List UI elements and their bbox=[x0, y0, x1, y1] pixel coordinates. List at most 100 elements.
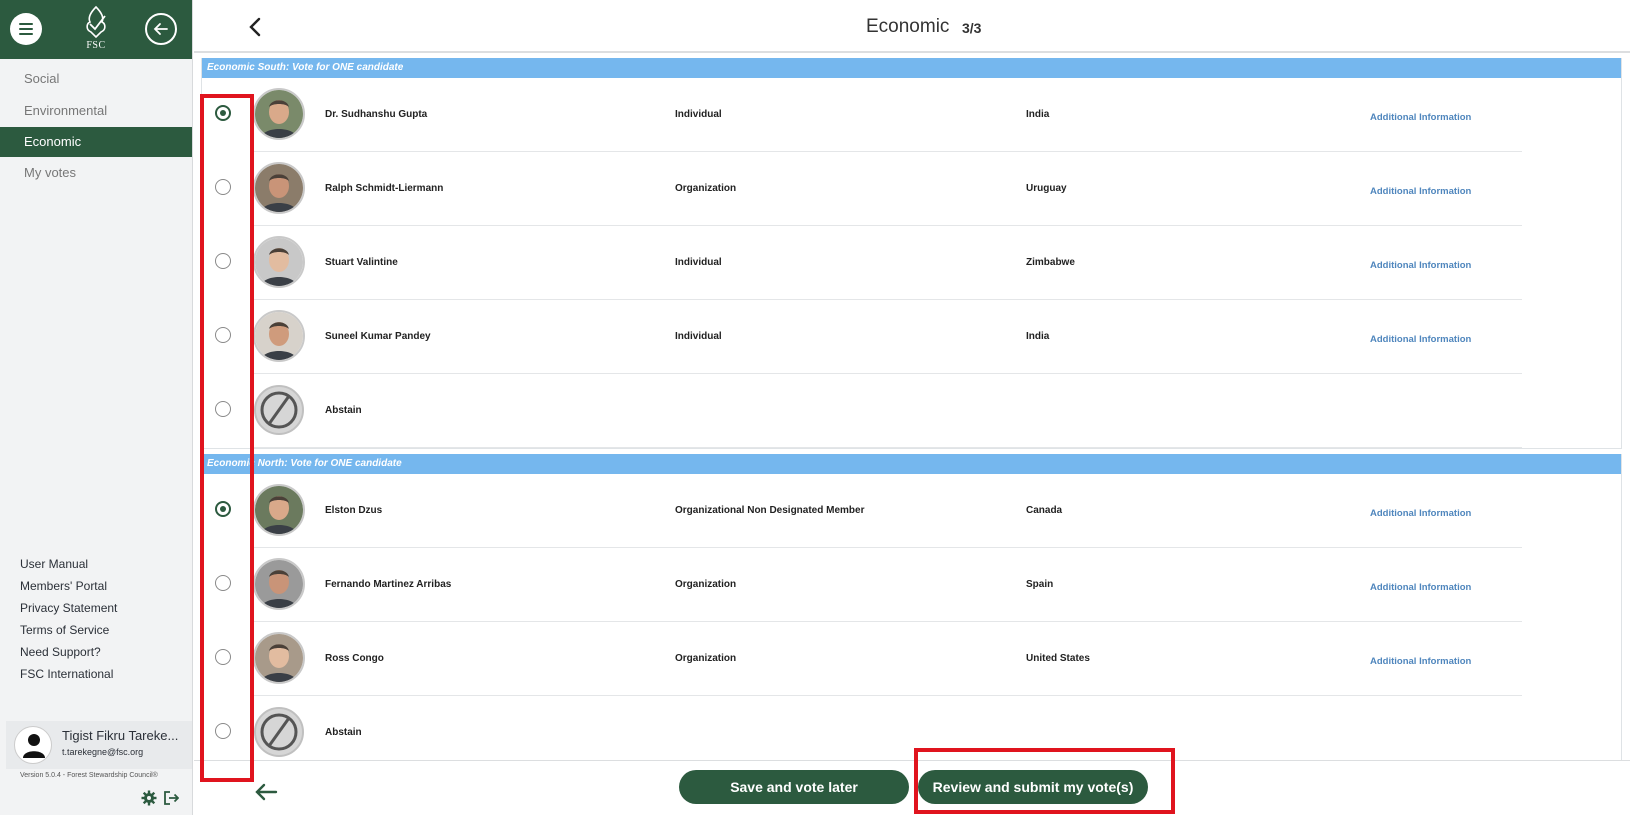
user-email: t.tarekegne@fsc.org bbox=[62, 747, 144, 757]
menu-icon[interactable] bbox=[10, 13, 42, 45]
candidate-photo-image bbox=[255, 634, 303, 682]
candidate-country: India bbox=[1026, 331, 1050, 342]
additional-information-link[interactable]: Additional Information bbox=[1370, 112, 1471, 123]
candidate-radio[interactable] bbox=[215, 327, 231, 343]
review-and-submit-button[interactable]: Review and submit my vote(s) bbox=[918, 770, 1148, 804]
candidate-country: India bbox=[1026, 109, 1050, 120]
candidate-type: Organization bbox=[675, 183, 737, 194]
logout-icon[interactable] bbox=[163, 790, 179, 806]
chevron-left-icon[interactable] bbox=[246, 16, 266, 38]
candidate-photo bbox=[253, 88, 305, 140]
candidate-radio[interactable] bbox=[215, 401, 231, 417]
tree-checkmark-icon bbox=[86, 5, 106, 39]
members-portal-link[interactable]: Members' Portal bbox=[20, 579, 107, 593]
terms-of-service-link[interactable]: Terms of Service bbox=[20, 623, 109, 637]
candidate-country: Zimbabwe bbox=[1026, 257, 1075, 268]
sidebar-item-economic[interactable]: Economic bbox=[0, 127, 192, 157]
section-header: Economic North: Vote for ONE candidate bbox=[202, 454, 1621, 474]
arrow-left-icon bbox=[153, 23, 168, 35]
fsc-logo-text: FSC bbox=[86, 40, 106, 51]
additional-information-link[interactable]: Additional Information bbox=[1370, 334, 1471, 345]
candidate-type: Organization bbox=[675, 653, 737, 664]
candidate-row[interactable]: Dr. Sudhanshu Gupta Individual India Additi… bbox=[202, 78, 1621, 152]
candidate-photo bbox=[253, 558, 305, 610]
candidate-photo-image bbox=[255, 238, 303, 286]
candidate-country: Spain bbox=[1026, 579, 1054, 590]
arrow-left-icon[interactable] bbox=[254, 783, 278, 801]
candidate-type: Individual bbox=[675, 331, 722, 342]
user-name: Tigist Fikru Tareke... bbox=[62, 728, 179, 743]
candidate-row[interactable]: Abstain bbox=[202, 696, 1621, 761]
candidate-name: Suneel Kumar Pandey bbox=[325, 331, 431, 342]
candidate-type: Individual bbox=[675, 109, 722, 120]
candidate-country: Uruguay bbox=[1026, 183, 1067, 194]
candidate-row[interactable]: Suneel Kumar Pandey Individual India Additi… bbox=[202, 300, 1621, 374]
additional-information-link[interactable]: Additional Information bbox=[1370, 186, 1471, 197]
fsc-logo: FSC bbox=[78, 4, 114, 54]
candidate-photo-image bbox=[255, 312, 303, 360]
candidate-photo-image bbox=[255, 90, 303, 138]
additional-information-link[interactable]: Additional Information bbox=[1370, 656, 1471, 667]
candidate-name: Ralph Schmidt-Liermann bbox=[325, 183, 444, 194]
page-indicator: 3/3 bbox=[962, 20, 982, 36]
candidate-name: Stuart Valintine bbox=[325, 257, 398, 268]
action-bar: Save and vote later Review and submit my… bbox=[194, 760, 1630, 815]
fsc-international-link[interactable]: FSC International bbox=[20, 667, 113, 681]
additional-information-link[interactable]: Additional Information bbox=[1370, 582, 1471, 593]
user-icon bbox=[23, 734, 45, 758]
section-header: Economic South: Vote for ONE candidate bbox=[202, 58, 1621, 78]
additional-information-link[interactable]: Additional Information bbox=[1370, 508, 1471, 519]
user-manual-link[interactable]: User Manual bbox=[20, 557, 88, 571]
row-divider bbox=[254, 447, 1522, 448]
abstain-icon bbox=[254, 707, 304, 757]
privacy-statement-link[interactable]: Privacy Statement bbox=[20, 601, 117, 615]
ballot-content: Economic South: Vote for ONE candidate Dr… bbox=[194, 55, 1630, 761]
candidate-radio[interactable] bbox=[215, 575, 231, 591]
abstain-image bbox=[253, 384, 305, 436]
version-text: Version 5.0.4 - Forest Stewardship Counc… bbox=[20, 772, 158, 779]
collapse-sidebar-button[interactable] bbox=[145, 13, 177, 45]
candidate-row[interactable]: Ralph Schmidt-Liermann Organization Urugua… bbox=[202, 152, 1621, 226]
candidate-name: Dr. Sudhanshu Gupta bbox=[325, 109, 428, 120]
voting-app: FSC Social Environmental Economic My votes … bbox=[0, 0, 1630, 815]
candidate-radio[interactable] bbox=[215, 105, 231, 121]
sidebar-item-my-votes[interactable]: My votes bbox=[0, 158, 192, 188]
candidate-radio[interactable] bbox=[215, 253, 231, 269]
candidate-row[interactable]: Ross Congo Organization United States Addit… bbox=[202, 622, 1621, 696]
sidebar: FSC Social Environmental Economic My votes … bbox=[0, 0, 193, 815]
additional-information-link[interactable]: Additional Information bbox=[1370, 260, 1471, 271]
user-profile[interactable]: Tigist Fikru Tareke... t.tarekegne@fsc.o… bbox=[6, 721, 192, 769]
sidebar-item-environmental[interactable]: Environmental bbox=[0, 96, 192, 126]
abstain-image bbox=[253, 706, 305, 758]
need-support-link[interactable]: Need Support? bbox=[20, 645, 101, 659]
abstain-icon bbox=[254, 385, 304, 435]
candidate-photo-image bbox=[255, 560, 303, 608]
sidebar-item-social[interactable]: Social bbox=[0, 64, 192, 94]
candidate-name: Elston Dzus bbox=[325, 505, 383, 516]
candidate-type: Organization bbox=[675, 579, 737, 590]
save-and-vote-later-button[interactable]: Save and vote later bbox=[679, 770, 909, 804]
page-title: Economic bbox=[866, 16, 950, 37]
candidate-photo bbox=[253, 484, 305, 536]
candidate-radio[interactable] bbox=[215, 723, 231, 739]
candidate-row[interactable]: Elston Dzus Organizational Non Designated… bbox=[202, 474, 1621, 548]
candidate-name: Fernando Martinez Arribas bbox=[325, 579, 452, 590]
candidate-name: Ross Congo bbox=[325, 653, 384, 664]
candidate-name: Abstain bbox=[325, 727, 362, 738]
candidate-row[interactable]: Fernando Martinez Arribas Organization Spa… bbox=[202, 548, 1621, 622]
ballot-section: Economic South: Vote for ONE candidate Dr… bbox=[201, 58, 1622, 449]
gear-icon[interactable] bbox=[141, 790, 157, 806]
candidate-country: United States bbox=[1026, 653, 1090, 664]
candidate-radio[interactable] bbox=[215, 179, 231, 195]
sidebar-header: FSC bbox=[0, 0, 192, 59]
avatar bbox=[14, 726, 52, 764]
candidate-type: Organizational Non Designated Member bbox=[675, 505, 865, 516]
candidate-country: Canada bbox=[1026, 505, 1063, 516]
candidate-photo bbox=[253, 632, 305, 684]
candidate-radio[interactable] bbox=[215, 649, 231, 665]
candidate-row[interactable]: Stuart Valintine Individual Zimbabwe Additi… bbox=[202, 226, 1621, 300]
candidate-row[interactable]: Abstain bbox=[202, 374, 1621, 448]
candidate-photo-image bbox=[255, 486, 303, 534]
candidate-type: Individual bbox=[675, 257, 722, 268]
candidate-radio[interactable] bbox=[215, 501, 231, 517]
